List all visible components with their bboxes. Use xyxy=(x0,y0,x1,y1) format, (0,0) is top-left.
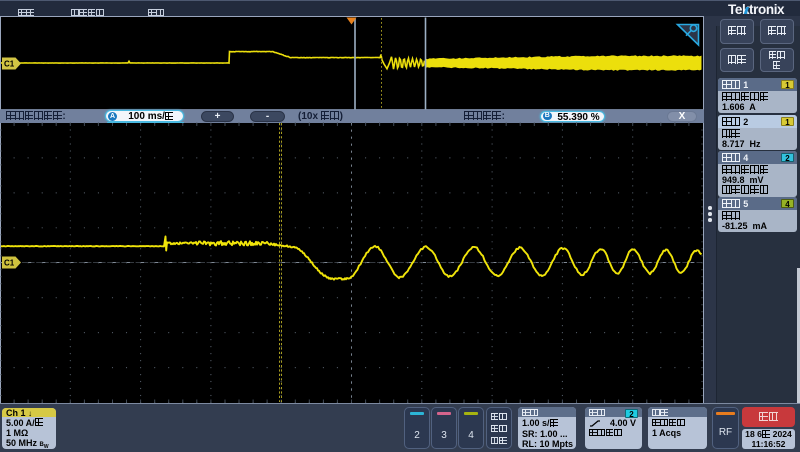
svg-text:C1: C1 xyxy=(4,259,15,268)
